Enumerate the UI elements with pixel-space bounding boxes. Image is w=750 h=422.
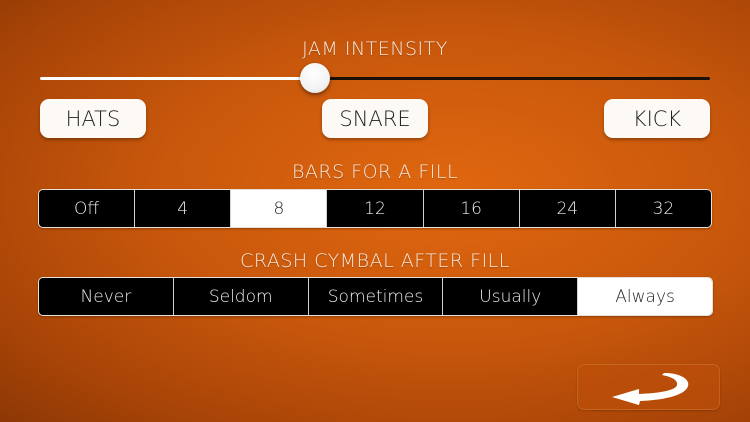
crash-option-always[interactable]: Always: [577, 278, 712, 315]
curved-back-arrow-icon: [611, 373, 688, 405]
bars-option-8[interactable]: 8: [230, 190, 327, 227]
crash-cymbal-title: CRASH CYMBAL AFTER FILL: [240, 250, 510, 272]
hats-button[interactable]: HATS: [40, 99, 146, 138]
back-button[interactable]: [577, 364, 720, 410]
kick-button[interactable]: KICK: [604, 99, 710, 138]
jam-intensity-slider[interactable]: [40, 77, 710, 80]
jam-intensity-slider-thumb[interactable]: [299, 63, 330, 93]
crash-cymbal-selector: Never Seldom Sometimes Usually Always: [38, 277, 713, 316]
crash-option-never[interactable]: Never: [39, 278, 173, 315]
bars-option-4[interactable]: 4: [134, 190, 230, 227]
bars-for-fill-selector: Off 4 8 12 16 24 32: [38, 189, 712, 228]
jam-intensity-slider-fill: [40, 77, 315, 80]
crash-option-seldom[interactable]: Seldom: [172, 278, 308, 315]
bars-for-fill-title: BARS FOR A FILL: [291, 161, 459, 183]
bars-option-16[interactable]: 16: [422, 190, 519, 227]
bars-option-12[interactable]: 12: [326, 190, 422, 227]
snare-button[interactable]: SNARE: [322, 99, 428, 138]
crash-option-usually[interactable]: Usually: [442, 278, 577, 315]
bars-option-off[interactable]: Off: [39, 190, 134, 227]
bars-option-24[interactable]: 24: [518, 190, 615, 227]
bars-option-32[interactable]: 32: [614, 190, 711, 227]
jam-intensity-title: JAM INTENSITY: [302, 38, 448, 60]
crash-option-sometimes[interactable]: Sometimes: [307, 278, 443, 315]
